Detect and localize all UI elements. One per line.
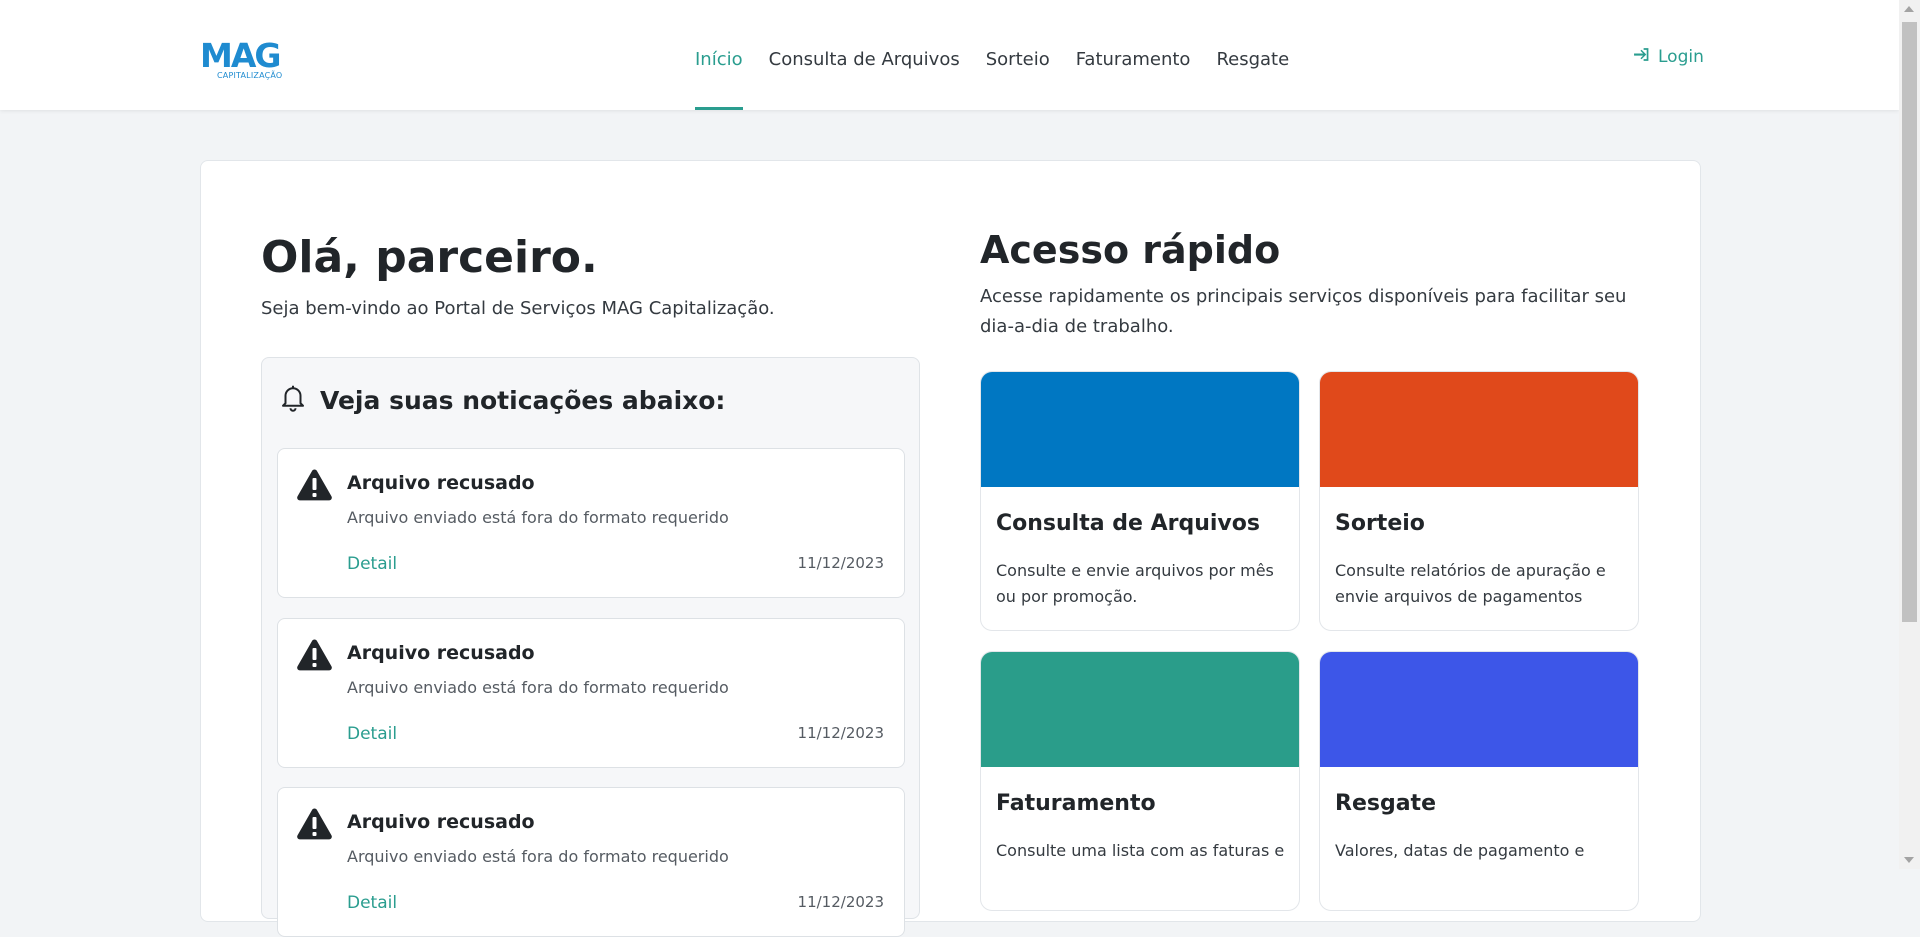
card-title: Resgate (1335, 791, 1436, 816)
notification-description: Arquivo enviado está fora do formato req… (347, 508, 729, 527)
quick-card-faturamento[interactable]: Faturamento Consulte uma lista com as fa… (980, 651, 1300, 911)
nav-item-inicio[interactable]: Início (695, 0, 743, 110)
notification-detail-link[interactable]: Detail (347, 554, 397, 574)
notification-date: 11/12/2023 (797, 554, 884, 572)
scroll-down-arrow[interactable] (1904, 857, 1914, 863)
sign-in-icon (1633, 46, 1650, 68)
notification-title: Arquivo recusado (347, 472, 535, 494)
warning-icon (296, 468, 333, 502)
nav-item-sorteio[interactable]: Sorteio (986, 0, 1050, 110)
login-button[interactable]: Login (1633, 46, 1704, 68)
card-text: Consulte relatórios de apuração e envie … (1335, 561, 1606, 606)
card-banner (1320, 652, 1638, 767)
logo-subtitle: CAPITALIZAÇÃO (217, 71, 283, 80)
page-scrollbar[interactable] (1899, 0, 1920, 869)
warning-icon (296, 638, 333, 672)
card-text: Consulte e envie arquivos por mês ou por… (996, 561, 1274, 606)
main-nav: Início Consulta de Arquivos Sorteio Fatu… (695, 0, 1289, 110)
notification-description: Arquivo enviado está fora do formato req… (347, 847, 729, 866)
greeting-title: Olá, parceiro. (261, 232, 598, 283)
scroll-thumb[interactable] (1902, 22, 1917, 622)
quick-card-resgate[interactable]: Resgate Valores, datas de pagamento e (1319, 651, 1639, 911)
card-title: Consulta de Arquivos (996, 511, 1260, 536)
notification-card: Arquivo recusado Arquivo enviado está fo… (277, 448, 905, 598)
card-banner (981, 372, 1299, 487)
quick-card-consulta-de-arquivos[interactable]: Consulta de Arquivos Consulte e envie ar… (980, 371, 1300, 631)
logo-wordmark: MAG (200, 36, 281, 75)
card-banner (981, 652, 1299, 767)
nav-item-faturamento[interactable]: Faturamento (1076, 0, 1191, 110)
card-banner (1320, 372, 1638, 487)
quick-access-title: Acesso rápido (980, 228, 1281, 272)
mag-logo[interactable]: MAG CAPITALIZAÇÃO (200, 38, 285, 84)
notification-detail-link[interactable]: Detail (347, 893, 397, 913)
nav-item-resgate[interactable]: Resgate (1216, 0, 1289, 110)
card-text: Consulte uma lista com as faturas e (996, 841, 1285, 860)
quick-card-sorteio[interactable]: Sorteio Consulte relatórios de apuração … (1319, 371, 1639, 631)
bell-icon (278, 382, 308, 418)
quick-access-description: Acesse rapidamente os principais serviço… (980, 286, 1627, 337)
notification-description: Arquivo enviado está fora do formato req… (347, 678, 729, 697)
notification-title: Arquivo recusado (347, 811, 535, 833)
top-navbar: MAG CAPITALIZAÇÃO Início Consulta de Arq… (0, 0, 1899, 110)
notification-card: Arquivo recusado Arquivo enviado está fo… (277, 618, 905, 768)
card-title: Sorteio (1335, 511, 1425, 536)
notifications-heading: Veja suas noticações abaixo: (278, 382, 725, 418)
notification-title: Arquivo recusado (347, 642, 535, 664)
notification-detail-link[interactable]: Detail (347, 724, 397, 744)
card-title: Faturamento (996, 791, 1156, 816)
notification-card: Arquivo recusado Arquivo enviado está fo… (277, 787, 905, 937)
scroll-up-arrow[interactable] (1904, 6, 1914, 12)
login-label: Login (1658, 47, 1704, 67)
notifications-heading-text: Veja suas noticações abaixo: (320, 385, 726, 415)
welcome-text: Seja bem-vindo ao Portal de Serviços MAG… (261, 298, 775, 319)
card-text: Valores, datas de pagamento e (1335, 841, 1585, 860)
notification-date: 11/12/2023 (797, 893, 884, 911)
nav-item-consulta-de-arquivos[interactable]: Consulta de Arquivos (769, 0, 960, 110)
notification-date: 11/12/2023 (797, 724, 884, 742)
warning-icon (296, 807, 333, 841)
